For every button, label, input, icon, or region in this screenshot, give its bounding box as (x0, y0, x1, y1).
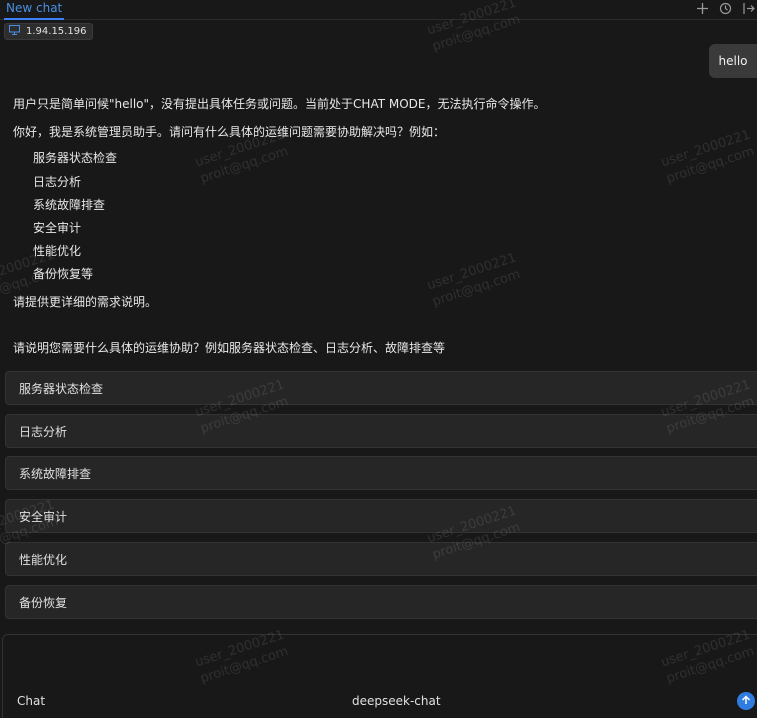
user-message: hello (709, 44, 757, 78)
host-ip: 1.94.15.196 (26, 26, 87, 37)
option-button[interactable]: 性能优化 (5, 542, 757, 576)
model-selector[interactable]: deepseek-chat (352, 694, 441, 708)
panel-collapse-icon[interactable] (740, 0, 756, 16)
host-chip[interactable]: 1.94.15.196 (4, 23, 94, 40)
history-icon[interactable] (717, 0, 733, 16)
example-item: 日志分析 (33, 175, 82, 189)
arrow-up-icon (741, 694, 751, 708)
option-button[interactable]: 备份恢复 (5, 585, 757, 619)
assistant-intro: 用户只是简单问候"hello"，没有提出具体任务或问题。当前处于CHAT MOD… (13, 97, 546, 111)
option-button[interactable]: 服务器状态检查 (5, 371, 757, 405)
option-button[interactable]: 系统故障排查 (5, 456, 757, 490)
watermark: user_2000221proit@qq.com (659, 127, 757, 187)
assistant-greeting: 你好，我是系统管理员助手。请问有什么具体的运维问题需要协助解决吗？例如： (13, 125, 446, 139)
example-item: 服务器状态检查 (33, 151, 118, 165)
option-button[interactable]: 日志分析 (5, 414, 757, 448)
example-item: 安全审计 (33, 221, 82, 235)
example-item: 性能优化 (33, 244, 82, 258)
example-item: 备份恢复等 (33, 267, 94, 281)
example-item: 系统故障排查 (33, 198, 106, 212)
mode-selector[interactable]: Chat (17, 694, 45, 708)
assistant-closing: 请提供更详细的需求说明。 (13, 295, 158, 309)
send-button[interactable] (737, 692, 755, 710)
watermark: user_2000221proit@qq.com (425, 250, 523, 310)
option-button[interactable]: 安全审计 (5, 499, 757, 533)
plus-icon[interactable] (694, 0, 710, 16)
tab-new-chat[interactable]: New chat (4, 0, 65, 20)
tab-bar: New chat (0, 0, 757, 20)
monitor-icon (9, 25, 20, 38)
assistant-prompt: 请说明您需要什么具体的运维协助？例如服务器状态检查、日志分析、故障排查等 (13, 341, 446, 355)
